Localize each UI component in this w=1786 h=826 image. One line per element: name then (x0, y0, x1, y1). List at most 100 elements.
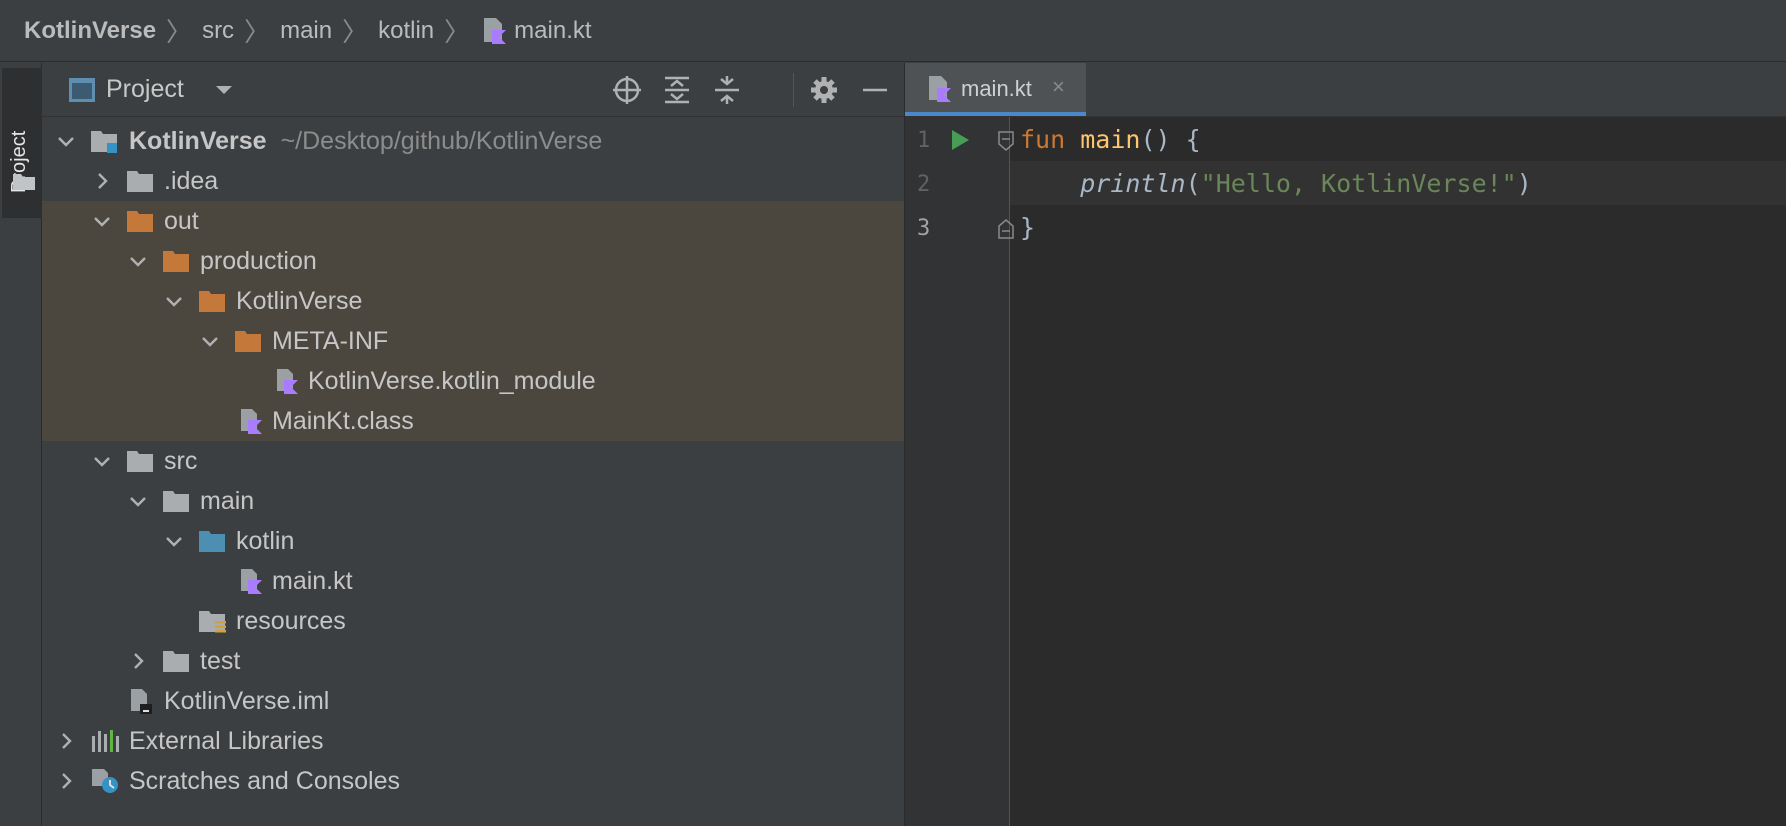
excluded-folder-icon (163, 251, 189, 272)
tree-row-project-root[interactable]: KotlinVerse ~/Desktop/github/KotlinVerse (42, 121, 904, 161)
breadcrumb-item-main[interactable]: main (280, 17, 332, 45)
tree-row-production[interactable]: production (42, 241, 904, 281)
tree-label: KotlinVerse (129, 126, 267, 155)
breadcrumb-separator: 〉 (342, 17, 369, 47)
chevron-down-icon[interactable] (128, 251, 148, 271)
line-number: 2 (917, 172, 931, 197)
breadcrumb-item-project[interactable]: KotlinVerse (24, 17, 156, 45)
folder-icon (13, 174, 35, 190)
tree-label: META-INF (272, 326, 389, 355)
breadcrumb-label: kotlin (378, 16, 435, 44)
tab-label: main.kt (961, 76, 1032, 101)
tree-row-kotlin[interactable]: kotlin (42, 521, 904, 561)
chevron-down-icon[interactable] (164, 291, 184, 311)
project-view-title[interactable]: Project (106, 75, 184, 104)
tree-label: src (164, 446, 198, 475)
tree-label: main (200, 486, 255, 515)
tree-row-test[interactable]: test (42, 641, 904, 681)
kotlin-file-icon (484, 17, 507, 44)
code-function-call: println (1080, 168, 1186, 198)
folder-icon (127, 171, 153, 192)
minimize-icon[interactable] (860, 75, 890, 105)
tab-main-kt[interactable]: main.kt × (905, 63, 1086, 116)
fold-icon[interactable] (998, 131, 1014, 151)
run-icon[interactable] (950, 129, 970, 151)
tree-row-kotlinverse-output[interactable]: KotlinVerse (42, 281, 904, 321)
excluded-folder-icon (199, 291, 225, 312)
breadcrumb-item-src[interactable]: src (202, 17, 234, 45)
library-icon (92, 730, 119, 752)
chevron-down-icon[interactable] (164, 531, 184, 551)
breadcrumb-item-file[interactable]: main.kt (480, 16, 592, 46)
tree-row-scratches[interactable]: Scratches and Consoles (42, 761, 904, 801)
tree-row-mainkt-class[interactable]: MainKt.class (42, 401, 904, 441)
chevron-right-icon[interactable] (56, 771, 76, 791)
tree-row-kotlin-module[interactable]: KotlinVerse.kotlin_module (42, 361, 904, 401)
project-panel: Project KotlinVerse ~/Desktop/github/Kot… (42, 63, 905, 826)
tree-row-external-libraries[interactable]: External Libraries (42, 721, 904, 761)
project-tool-window-button[interactable]: Project (2, 68, 42, 218)
folder-icon (163, 491, 189, 512)
chevron-down-icon[interactable] (214, 83, 234, 97)
chevron-down-icon[interactable] (200, 331, 220, 351)
tree-label: production (200, 246, 317, 275)
line-number: 3 (917, 216, 931, 241)
tree-row-resources[interactable]: resources (42, 601, 904, 641)
tree-label: MainKt.class (272, 406, 414, 435)
close-icon[interactable]: × (1052, 74, 1065, 100)
code-line-3: } (1020, 205, 1786, 249)
folder-icon (163, 651, 189, 672)
chevron-down-icon[interactable] (56, 131, 76, 151)
line-number: 1 (917, 128, 931, 153)
kotlin-file-icon (929, 76, 951, 102)
breadcrumb-separator: 〉 (244, 17, 271, 47)
tree-label: test (200, 646, 241, 675)
breadcrumb-label: src (202, 16, 235, 44)
expand-all-icon[interactable] (662, 75, 692, 105)
tree-row-out[interactable]: out (42, 201, 904, 241)
tool-window-strip: Project (0, 63, 42, 826)
excluded-folder-icon (127, 211, 153, 232)
tree-label: out (164, 206, 199, 235)
chevron-down-icon[interactable] (128, 491, 148, 511)
tree-label: main.kt (272, 566, 353, 595)
tree-row-iml[interactable]: KotlinVerse.iml (42, 681, 904, 721)
chevron-down-icon[interactable] (92, 211, 112, 231)
tree-label: Scratches and Consoles (129, 766, 400, 795)
fold-end-icon[interactable] (998, 219, 1014, 239)
header-divider (793, 73, 794, 107)
gear-icon[interactable] (809, 75, 839, 105)
tree-label: .idea (164, 166, 219, 195)
project-view-icon (69, 77, 95, 102)
locate-icon[interactable] (612, 75, 642, 105)
module-file-icon (131, 689, 152, 714)
breadcrumb: KotlinVerse 〉 src 〉 main 〉 kotlin 〉 main… (0, 0, 1786, 62)
code-editor[interactable]: 1 2 3 fun main() { println("Hello, Kotli… (905, 117, 1786, 826)
tree-label: KotlinVerse.iml (164, 686, 330, 715)
tree-path-hint: ~/Desktop/github/KotlinVerse (280, 126, 603, 155)
tree-row-src[interactable]: src (42, 441, 904, 481)
breadcrumb-item-kotlin[interactable]: kotlin (378, 17, 434, 45)
chevron-right-icon[interactable] (92, 171, 112, 191)
code-text: ) (1516, 168, 1532, 198)
tree-row-meta-inf[interactable]: META-INF (42, 321, 904, 361)
breadcrumb-label: main (280, 16, 333, 44)
project-panel-header: Project (42, 63, 904, 117)
tree-row-main[interactable]: main (42, 481, 904, 521)
tree-row-idea[interactable]: .idea (42, 161, 904, 201)
chevron-right-icon[interactable] (56, 731, 76, 751)
code-function-name: main (1080, 124, 1141, 154)
tree-label: kotlin (236, 526, 295, 555)
tree-row-main-kt[interactable]: main.kt (42, 561, 904, 601)
code-text: } (1020, 212, 1036, 242)
resources-folder-icon (199, 611, 226, 633)
breadcrumb-separator: 〉 (444, 17, 471, 47)
editor-gutter: 1 2 3 (905, 117, 1014, 826)
chevron-right-icon[interactable] (128, 651, 148, 671)
module-folder-icon (91, 131, 117, 153)
chevron-down-icon[interactable] (92, 451, 112, 471)
collapse-all-icon[interactable] (712, 75, 742, 105)
code-text: () { (1140, 124, 1201, 154)
code-keyword: fun (1020, 124, 1066, 154)
